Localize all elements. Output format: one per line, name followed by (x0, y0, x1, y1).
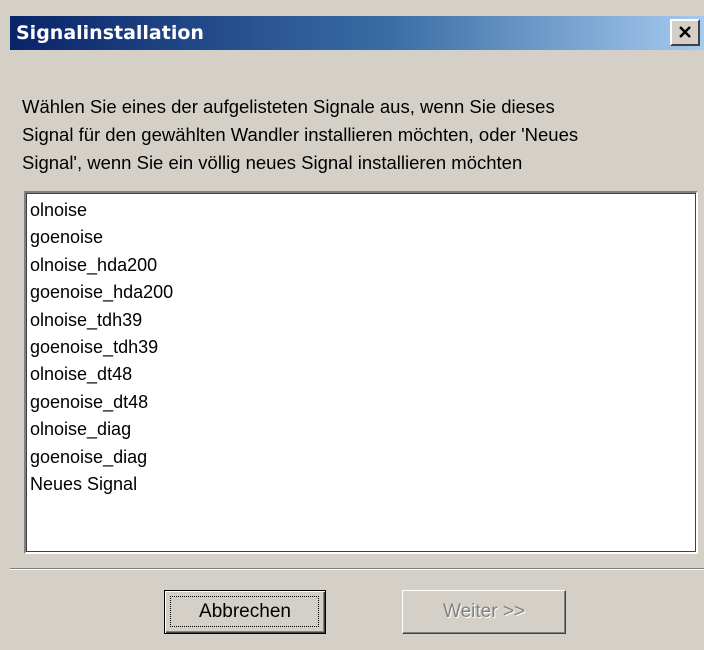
signal-listbox[interactable]: olnoise goenoise olnoise_hda200 goenoise… (24, 191, 698, 554)
list-item-goenoise-hda200[interactable]: goenoise_hda200 (30, 279, 696, 306)
list-item-olnoise[interactable]: olnoise (30, 197, 696, 224)
title-bar[interactable]: Signalinstallation (10, 16, 704, 50)
instruction-line-1: Wählen Sie eines der aufgelisteten Signa… (22, 96, 555, 117)
list-item-olnoise-hda200[interactable]: olnoise_hda200 (30, 252, 696, 279)
signal-list: olnoise goenoise olnoise_hda200 goenoise… (26, 193, 696, 498)
list-item-goenoise-tdh39[interactable]: goenoise_tdh39 (30, 334, 696, 361)
close-button[interactable] (670, 19, 700, 46)
cancel-button[interactable]: Abbrechen (164, 590, 326, 634)
focus-rectangle (170, 596, 319, 627)
instruction-text: Wählen Sie eines der aufgelisteten Signa… (22, 93, 698, 177)
list-item-goenoise-dt48[interactable]: goenoise_dt48 (30, 389, 696, 416)
list-item-olnoise-diag[interactable]: olnoise_diag (30, 416, 696, 443)
instruction-line-3: Signal', wenn Sie ein völlig neues Signa… (22, 152, 523, 173)
list-item-goenoise[interactable]: goenoise (30, 224, 696, 251)
next-button[interactable]: Weiter >> (402, 590, 566, 634)
window-title: Signalinstallation (16, 22, 204, 44)
dialog-window: Signalinstallation Wählen Sie eines der … (0, 0, 704, 650)
list-item-olnoise-dt48[interactable]: olnoise_dt48 (30, 361, 696, 388)
list-item-goenoise-diag[interactable]: goenoise_diag (30, 444, 696, 471)
list-item-olnoise-tdh39[interactable]: olnoise_tdh39 (30, 307, 696, 334)
next-button-label: Weiter >> (442, 601, 526, 622)
instruction-line-2: Signal für den gewählten Wandler install… (22, 124, 579, 145)
list-item-new-signal[interactable]: Neues Signal (30, 471, 696, 498)
button-separator (10, 568, 704, 570)
close-icon (679, 26, 691, 38)
